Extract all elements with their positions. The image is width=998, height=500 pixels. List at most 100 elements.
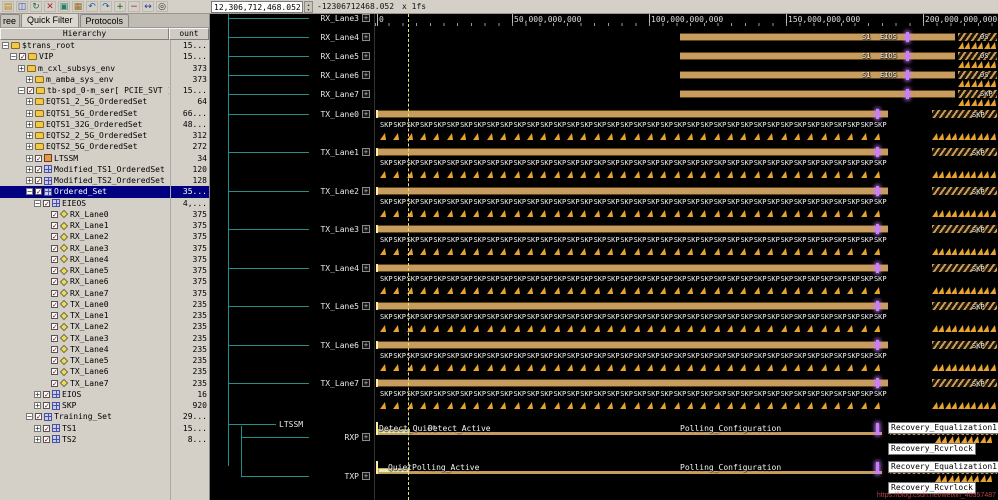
expander-icon[interactable]: − [10,53,17,60]
signal-name-tx_lane5[interactable]: TX_Lane5 [271,302,359,311]
tree-item-rx-lane2[interactable]: ✓RX_Lane2375 [0,231,209,242]
checkbox[interactable]: ✓ [51,245,58,252]
expander-icon[interactable]: − [26,188,33,195]
signal-name-ltssm[interactable]: LTSSM [279,420,303,429]
checkbox[interactable]: ✓ [51,335,58,342]
tree-item-skp[interactable]: +✓SKP920 [0,400,209,411]
tree-item-m-cxl-subsys-env[interactable]: +m_cxl_subsys_env373 [0,63,209,74]
tree-item-m-amba-sys-env[interactable]: +m_amba_sys_env373 [0,74,209,85]
tree-item-eqts1-32g-orderedset[interactable]: +EQTS1_32G_OrderedSet48... [0,119,209,130]
signal-name-rx_lane4[interactable]: RX_Lane4 [271,33,359,42]
expander-icon[interactable]: + [26,143,33,150]
tree-item-rx-lane0[interactable]: ✓RX_Lane0375 [0,209,209,220]
expander-icon[interactable]: + [26,76,33,83]
time-cursor[interactable] [408,14,409,500]
tree-item-rx-lane3[interactable]: ✓RX_Lane3375 [0,243,209,254]
checkbox[interactable]: ✓ [43,391,50,398]
checkbox[interactable]: ✓ [43,436,50,443]
expander-icon[interactable]: + [26,121,33,128]
expander-icon[interactable]: − [34,200,41,207]
expander-icon[interactable]: + [26,177,33,184]
checkbox[interactable]: ✓ [51,222,58,229]
checkbox[interactable]: ✓ [51,233,58,240]
expand-box-icon[interactable]: + [362,264,370,272]
tree-item-tx-lane7[interactable]: ✓TX_Lane7235 [0,378,209,389]
expander-icon[interactable]: − [18,87,25,94]
expand-box-icon[interactable]: + [362,90,370,98]
expand-box-icon[interactable]: + [362,225,370,233]
expander-icon[interactable]: − [26,413,33,420]
checkbox[interactable]: ✓ [43,200,50,207]
expand-box-icon[interactable]: + [362,14,370,22]
zoom-out-icon[interactable]: − [128,1,140,12]
tree-item-ts2[interactable]: +✓TS28... [0,434,209,445]
tab-tree[interactable]: ree [0,14,20,27]
tree-item-ordered-set[interactable]: −✓Ordered_Set35... [0,186,209,197]
expand-box-icon[interactable]: + [362,433,370,441]
expander-icon[interactable]: + [34,436,41,443]
checkbox[interactable]: ✓ [51,323,58,330]
checkbox[interactable]: ✓ [51,290,58,297]
checkbox[interactable]: ✓ [35,177,42,184]
tree-item-eqts2-2-5g-orderedset[interactable]: +EQTS2_2_5G_OrderedSet312 [0,130,209,141]
tree-item-tx-lane1[interactable]: ✓TX_Lane1235 [0,310,209,321]
expander-icon[interactable]: + [26,155,33,162]
tree-item-eqts1-2-5g-orderedset[interactable]: +EQTS1_2_5G_OrderedSet64 [0,96,209,107]
expand-box-icon[interactable]: + [362,148,370,156]
signal-name-tx_lane1[interactable]: TX_Lane1 [271,148,359,157]
count-column-header[interactable]: ount [169,28,209,40]
tree-item-rx-lane5[interactable]: ✓RX_Lane5375 [0,265,209,276]
zoom-fit-icon[interactable]: ↔ [142,1,154,12]
time-input[interactable] [211,1,303,13]
checkbox[interactable]: ✓ [51,301,58,308]
checkbox[interactable]: ✓ [51,256,58,263]
tree-item-tx-lane3[interactable]: ✓TX_Lane3235 [0,333,209,344]
signal-name-txp[interactable]: TXP [271,472,359,481]
checkbox[interactable]: ✓ [51,368,58,375]
signal-name-tx_lane4[interactable]: TX_Lane4 [271,264,359,273]
reload-icon[interactable]: ↻ [30,1,42,12]
waveform-area[interactable]: 050,000,000,000100,000,000,000150,000,00… [375,14,998,500]
tree-item-eqts1-5g-orderedset[interactable]: +EQTS1_5G_OrderedSet66... [0,108,209,119]
expander-icon[interactable]: + [26,110,33,117]
tree-item-eqts2-5g-orderedset[interactable]: +EQTS2_5G_OrderedSet272 [0,141,209,152]
tree-item-tx-lane5[interactable]: ✓TX_Lane5235 [0,355,209,366]
tree-item-rx-lane7[interactable]: ✓RX_Lane7375 [0,288,209,299]
checkbox[interactable]: ✓ [35,188,42,195]
signal-name-tx_lane3[interactable]: TX_Lane3 [271,225,359,234]
redo-icon[interactable]: ↷ [100,1,112,12]
tree-item-eios[interactable]: +✓EIOS16 [0,389,209,400]
checkbox[interactable]: ✓ [19,53,26,60]
expand-box-icon[interactable]: + [362,33,370,41]
hierarchy-column-header[interactable]: Hierarchy [0,28,169,40]
search-icon[interactable]: ◎ [156,1,168,12]
checkbox[interactable]: ✓ [35,155,42,162]
expand-box-icon[interactable]: + [362,187,370,195]
timeline-ruler[interactable]: 050,000,000,000100,000,000,000150,000,00… [375,14,998,26]
expander-icon[interactable]: + [26,98,33,105]
checkbox[interactable]: ✓ [51,211,58,218]
expand-box-icon[interactable]: + [362,341,370,349]
signal-name-tx_lane2[interactable]: TX_Lane2 [271,187,359,196]
signal-name-rx_lane5[interactable]: RX_Lane5 [271,52,359,61]
checkbox[interactable]: ✓ [43,425,50,432]
signal-name-rx_lane6[interactable]: RX_Lane6 [271,71,359,80]
checkbox[interactable]: ✓ [35,166,42,173]
expand-box-icon[interactable]: + [362,379,370,387]
tree-item-ltssm[interactable]: +✓LTSSM34 [0,153,209,164]
checkbox[interactable]: ✓ [51,267,58,274]
paste-icon[interactable]: ▦ [72,1,84,12]
expander-icon[interactable]: + [34,391,41,398]
tree-item-tb-spd-0-m-ser-pcie-svt[interactable]: −✓tb-spd_0-m_ser[ PCIE_SVT ]15... [0,85,209,96]
signal-name-tx_lane7[interactable]: TX_Lane7 [271,379,359,388]
tree-item-rx-lane4[interactable]: ✓RX_Lane4375 [0,254,209,265]
checkbox[interactable]: ✓ [43,402,50,409]
tree-item-vip[interactable]: −✓VIP15... [0,51,209,62]
signal-name-tx_lane0[interactable]: TX_Lane0 [271,110,359,119]
expand-box-icon[interactable]: + [362,110,370,118]
cut-icon[interactable]: ✕ [44,1,56,12]
checkbox[interactable]: ✓ [51,312,58,319]
signal-name-rxp[interactable]: RXP [271,433,359,442]
signal-name-tx_lane6[interactable]: TX_Lane6 [271,341,359,350]
undo-icon[interactable]: ↶ [86,1,98,12]
